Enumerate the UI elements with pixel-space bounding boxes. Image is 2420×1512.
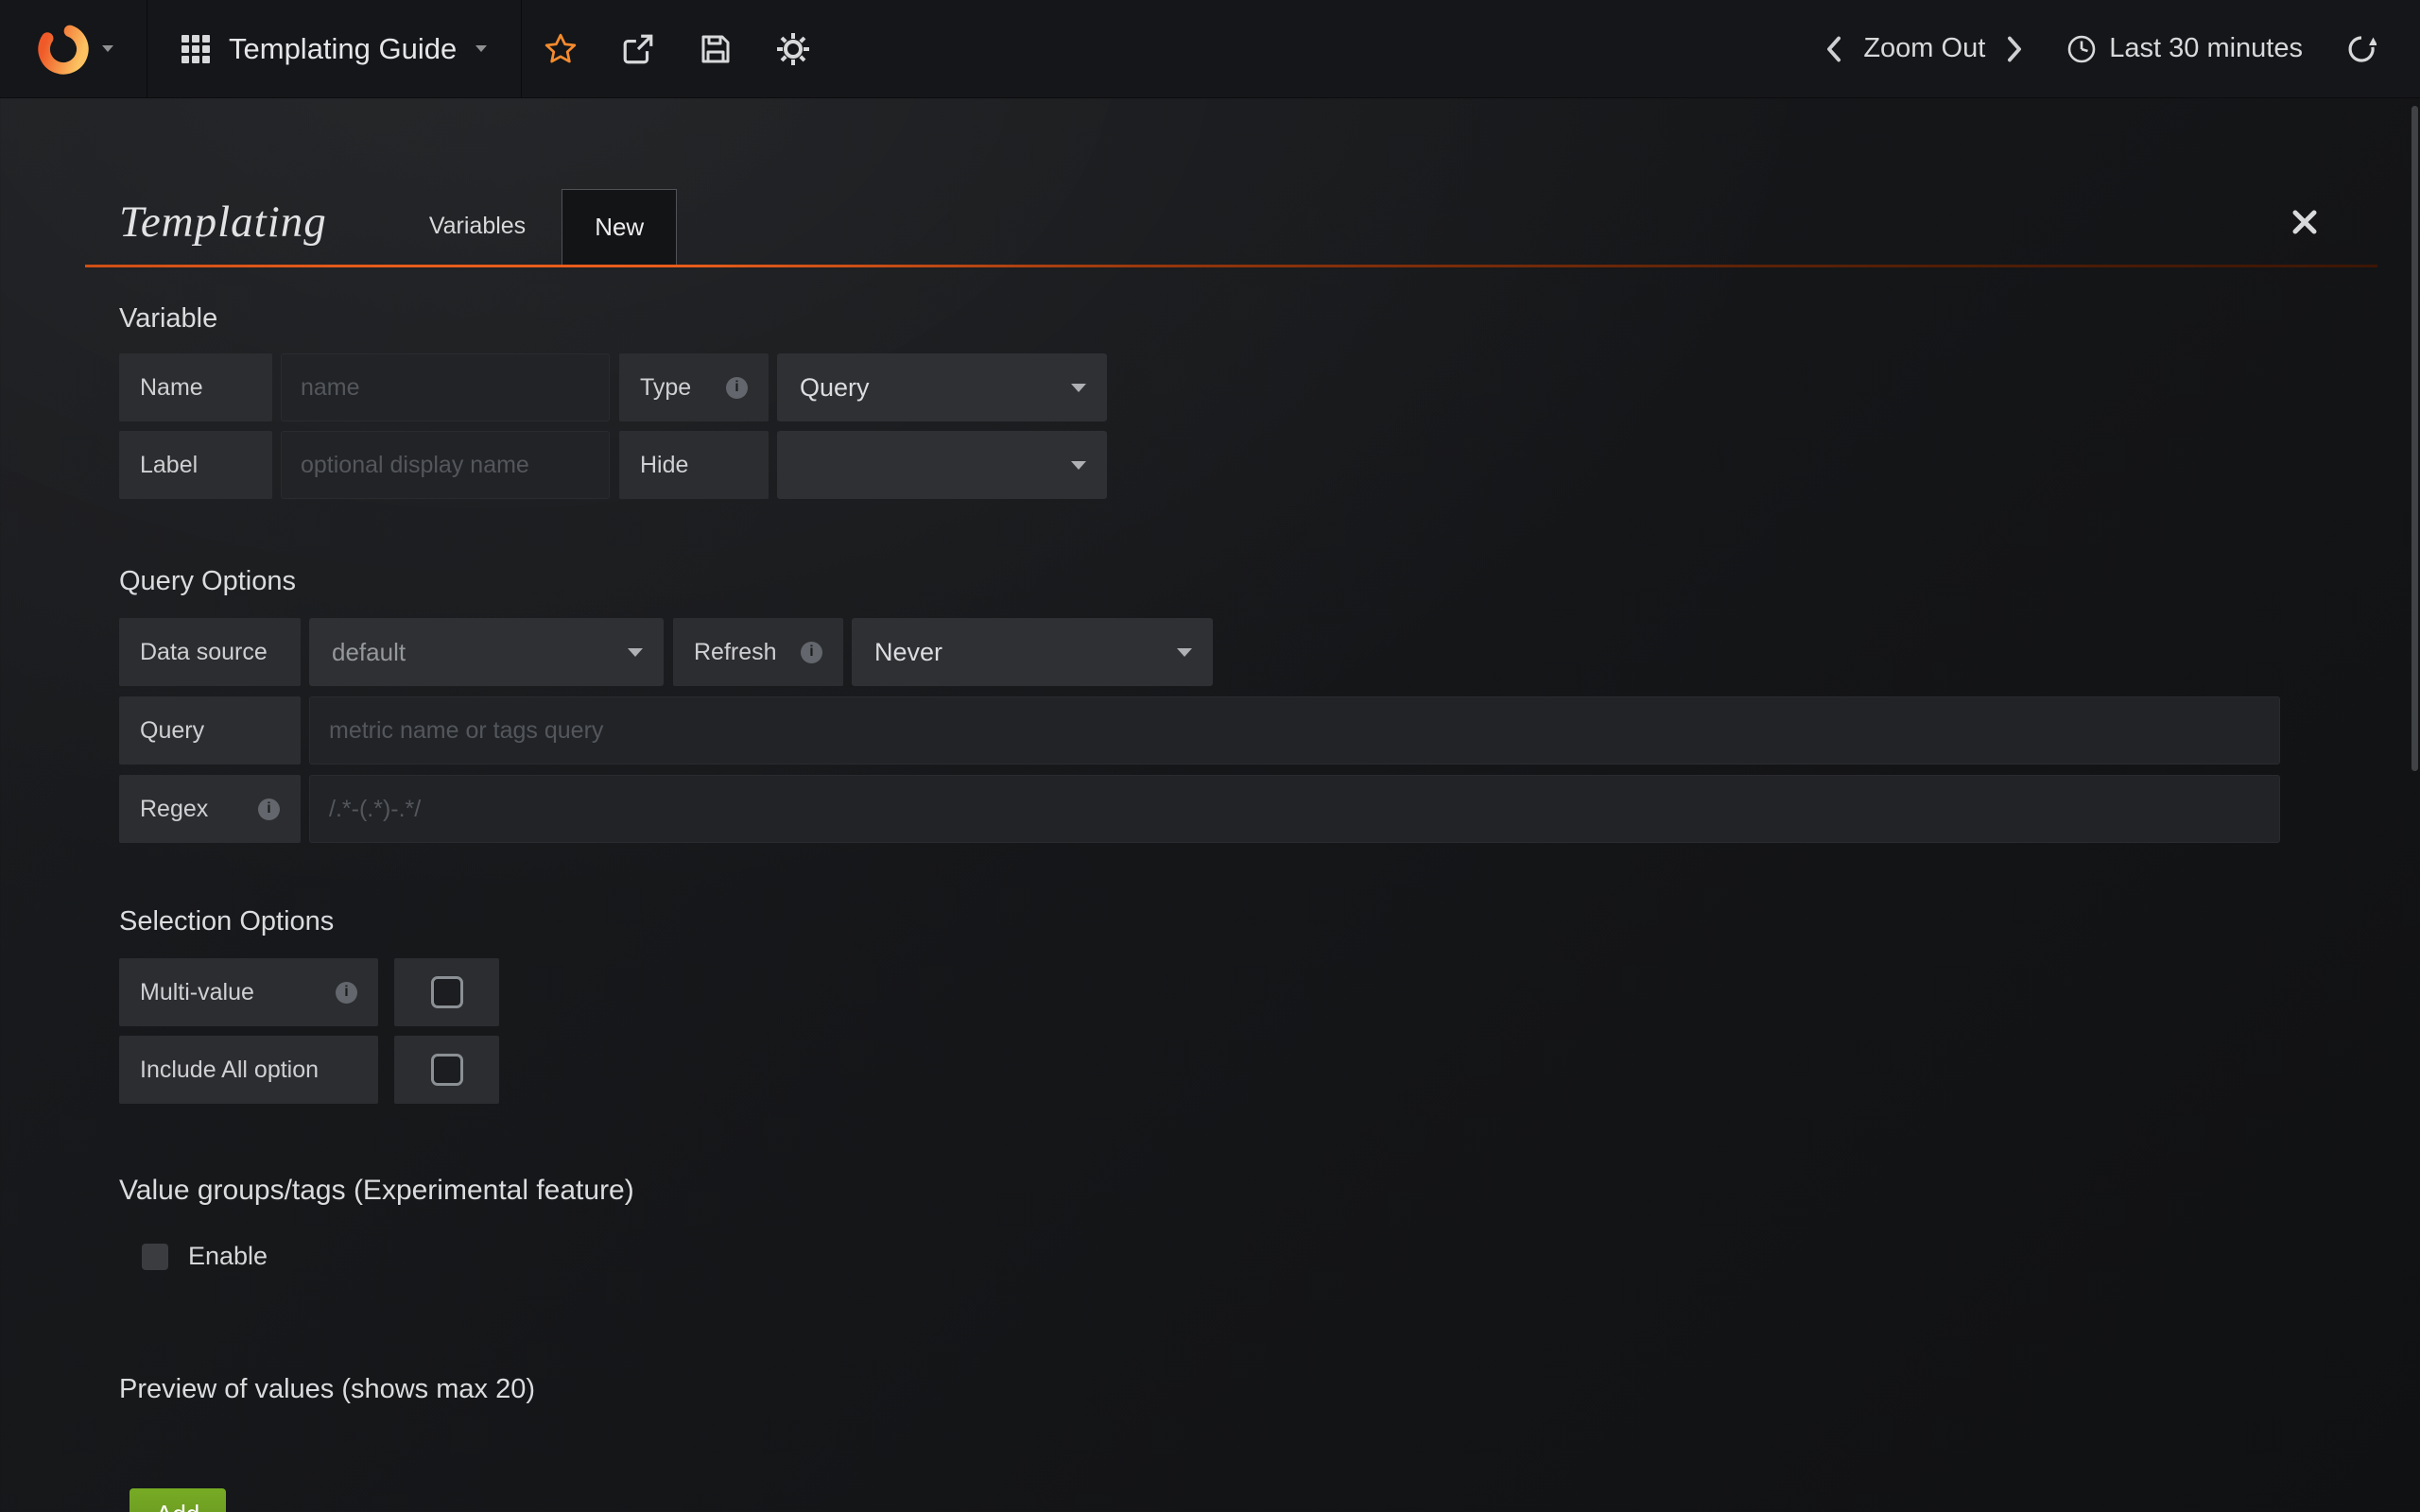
star-icon — [544, 32, 578, 66]
enable-row: Enable — [85, 1242, 2377, 1271]
dashboard-picker-button[interactable]: Templating Guide — [147, 0, 522, 97]
add-variable-button[interactable]: Add — [130, 1488, 226, 1512]
multi-value-row: Multi-value i — [85, 958, 2377, 1026]
scrollbar-thumb[interactable] — [2411, 106, 2418, 771]
save-icon — [700, 33, 732, 65]
regex-input[interactable] — [309, 775, 2280, 843]
info-icon[interactable]: i — [801, 642, 822, 663]
time-shift-forward-button[interactable] — [1991, 36, 2038, 62]
dashboard-actions — [522, 0, 832, 97]
dashboard-settings-button[interactable] — [754, 0, 832, 97]
query-options-section: Query Options Data source default Refres… — [85, 565, 2377, 843]
templating-editor: Templating Variables New Variable Name T… — [85, 98, 2377, 1512]
enable-checkbox[interactable] — [142, 1244, 168, 1270]
tab-new[interactable]: New — [562, 189, 677, 265]
variable-type-select[interactable]: Query — [777, 353, 1107, 421]
refresh-select[interactable]: Never — [852, 618, 1213, 686]
section-heading-selection-options: Selection Options — [85, 905, 2377, 937]
chevron-right-icon — [2006, 36, 2023, 62]
zoom-out-button[interactable]: Zoom Out — [1863, 33, 1985, 64]
refresh-dashboard-button[interactable] — [2346, 34, 2377, 64]
gear-icon — [776, 32, 810, 66]
variable-row-2: Label Hide — [85, 431, 2377, 499]
grafana-logo-icon — [34, 20, 93, 78]
page-title: Templating — [119, 197, 327, 265]
chevron-down-icon — [1071, 461, 1086, 470]
time-shift-back-button[interactable] — [1810, 36, 1858, 62]
variable-section: Variable Name Type i Query Label Hide — [85, 302, 2377, 499]
data-source-label: Data source — [119, 618, 301, 686]
variable-label-input[interactable] — [281, 431, 610, 499]
query-options-row-2: Query — [85, 696, 2377, 765]
clock-icon — [2066, 34, 2097, 64]
hide-field-label: Hide — [619, 431, 769, 499]
include-all-label: Include All option — [119, 1036, 378, 1104]
info-icon[interactable]: i — [336, 982, 357, 1004]
multi-value-label: Multi-value i — [119, 958, 378, 1026]
star-dashboard-button[interactable] — [522, 0, 599, 97]
name-field-label: Name — [119, 353, 272, 421]
section-heading-query-options: Query Options — [85, 565, 2377, 597]
chevron-down-icon — [628, 648, 643, 657]
refresh-field-label: Refresh i — [673, 618, 843, 686]
navbar: Templating Guide — [0, 0, 2420, 98]
query-options-row-3: Regex i — [85, 775, 2377, 843]
refresh-icon — [2346, 34, 2377, 64]
regex-field-label: Regex i — [119, 775, 301, 843]
query-field-label: Query — [119, 696, 301, 765]
label-field-label: Label — [119, 431, 272, 499]
grafana-menu-button[interactable] — [0, 0, 147, 97]
include-all-checkbox[interactable] — [394, 1036, 499, 1104]
dashboard-title: Templating Guide — [229, 32, 457, 66]
checkbox-icon — [431, 976, 463, 1008]
grafana-app: Templating Guide — [0, 0, 2420, 1512]
grid-icon — [182, 35, 210, 63]
section-heading-value-groups: Value groups/tags (Experimental feature) — [85, 1174, 2377, 1208]
chevron-down-icon — [1177, 648, 1192, 657]
query-input[interactable] — [309, 696, 2280, 765]
info-icon[interactable]: i — [726, 377, 748, 399]
checkbox-icon — [431, 1054, 463, 1086]
type-field-label: Type i — [619, 353, 769, 421]
time-range-label: Last 30 minutes — [2109, 33, 2303, 64]
close-icon — [2290, 208, 2319, 236]
section-heading-preview: Preview of values (shows max 20) — [85, 1373, 2377, 1405]
editor-header: Templating Variables New — [85, 189, 2377, 265]
chevron-left-icon — [1825, 36, 1842, 62]
data-source-select[interactable]: default — [309, 618, 664, 686]
query-options-row-1: Data source default Refresh i Never — [85, 618, 2377, 686]
variable-name-input[interactable] — [281, 353, 610, 421]
value-groups-section: Value groups/tags (Experimental feature)… — [85, 1174, 2377, 1271]
close-editor-button[interactable] — [2290, 208, 2319, 236]
info-icon[interactable]: i — [258, 799, 280, 820]
multi-value-checkbox[interactable] — [394, 958, 499, 1026]
time-range-picker[interactable]: Last 30 minutes — [2066, 33, 2303, 64]
tab-variables[interactable]: Variables — [393, 213, 562, 240]
chevron-down-icon — [475, 45, 487, 52]
save-dashboard-button[interactable] — [677, 0, 754, 97]
chevron-down-icon — [1071, 384, 1086, 392]
variable-hide-select[interactable] — [777, 431, 1107, 499]
selection-options-section: Selection Options Multi-value i Include … — [85, 905, 2377, 1104]
time-controls: Zoom Out Last 30 minutes — [1810, 0, 2420, 97]
section-heading-variable: Variable — [85, 302, 2377, 335]
share-dashboard-button[interactable] — [599, 0, 677, 97]
enable-label: Enable — [188, 1242, 268, 1271]
chevron-down-icon — [102, 45, 113, 52]
preview-section: Preview of values (shows max 20) — [85, 1373, 2377, 1405]
include-all-row: Include All option — [85, 1036, 2377, 1104]
share-icon — [621, 32, 655, 66]
variable-row-1: Name Type i Query — [85, 353, 2377, 421]
